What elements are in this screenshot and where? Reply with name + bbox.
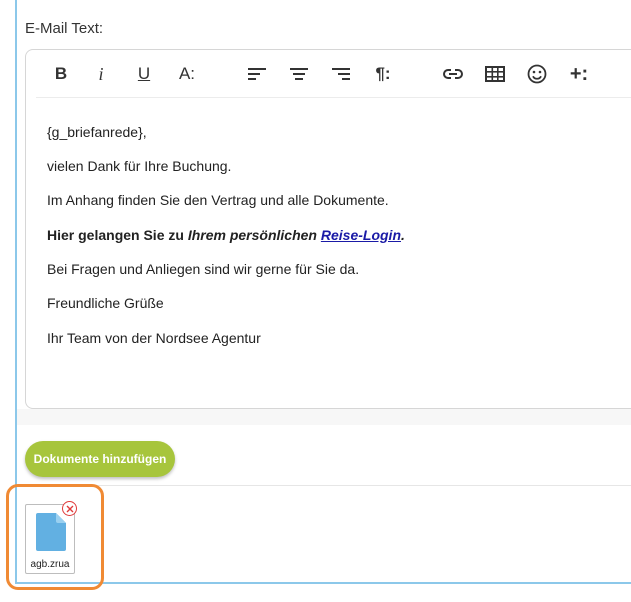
rich-text-editor[interactable]: B i U A: ¶: +: {g_briefanrede}, vielen D…	[25, 49, 631, 409]
more-options-button[interactable]: +:	[566, 61, 592, 87]
italic-icon: i	[98, 63, 104, 84]
content-line-3-prefix: Hier gelangen Sie zu	[47, 227, 188, 243]
panel-bottom-border	[15, 582, 631, 584]
content-line-2: Im Anhang finden Sie den Vertrag und all…	[47, 192, 389, 208]
align-left-button[interactable]	[244, 61, 270, 87]
plus-icon: +:	[569, 62, 589, 85]
table-icon	[485, 66, 505, 82]
content-line-3: Hier gelangen Sie zu Ihrem persönlichen …	[47, 227, 405, 243]
file-icon	[36, 513, 66, 551]
bold-icon: B	[54, 64, 68, 83]
add-document-button[interactable]: Dokumente hinzufügen	[25, 441, 175, 477]
underline-icon: U	[137, 64, 151, 83]
content-line-3-italic: Ihrem persönlichen	[187, 227, 321, 243]
italic-button[interactable]: i	[88, 61, 114, 87]
content-line-1: vielen Dank für Ihre Buchung.	[47, 158, 232, 174]
editor-toolbar: B i U A: ¶: +:	[36, 50, 631, 98]
content-greeting: {g_briefanrede},	[47, 124, 147, 140]
attachments-divider	[17, 485, 631, 486]
smiley-icon	[527, 64, 547, 84]
align-right-icon	[332, 68, 350, 80]
content-line-4: Bei Fragen und Anliegen sind wir gerne f…	[47, 261, 360, 277]
insert-emoji-button[interactable]	[524, 61, 550, 87]
insert-link-button[interactable]	[440, 61, 466, 87]
font-size-button[interactable]: A:	[174, 61, 200, 87]
font-size-icon: A:	[178, 64, 196, 83]
bold-button[interactable]: B	[48, 61, 74, 87]
insert-table-button[interactable]	[482, 61, 508, 87]
content-line-6: Ihr Team von der Nordsee Agentur	[47, 330, 261, 346]
paragraph-icon: ¶:	[375, 64, 391, 83]
email-text-label: E-Mail Text:	[25, 20, 104, 37]
align-right-button[interactable]	[328, 61, 354, 87]
align-center-icon	[290, 68, 308, 80]
reise-login-link[interactable]: Reise-Login	[321, 227, 401, 243]
underline-button[interactable]: U	[131, 61, 157, 87]
close-icon	[66, 505, 73, 512]
link-icon	[443, 69, 463, 79]
align-left-icon	[248, 68, 266, 80]
content-line-5: Freundliche Grüße	[47, 295, 164, 311]
remove-attachment-button[interactable]	[62, 501, 77, 516]
paragraph-button[interactable]: ¶:	[370, 61, 396, 87]
content-line-3-suffix: .	[401, 227, 405, 243]
editor-footer-band	[17, 409, 631, 425]
attachment-file-name: agb.zrua	[30, 559, 70, 570]
align-center-button[interactable]	[286, 61, 312, 87]
